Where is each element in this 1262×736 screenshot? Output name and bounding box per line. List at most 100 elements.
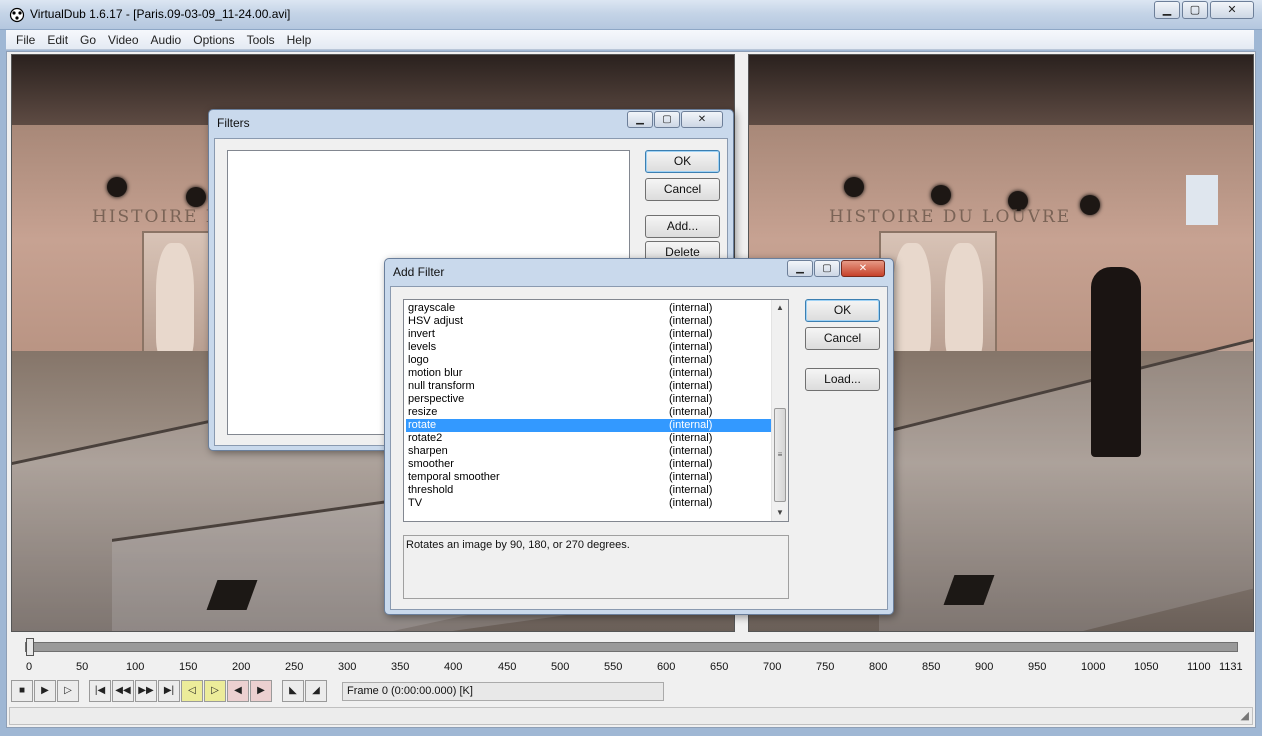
filters-add-button[interactable]: Add... bbox=[645, 215, 720, 238]
filter-list-item[interactable]: grayscale (internal) bbox=[406, 302, 772, 315]
filter-list-item[interactable]: perspective (internal) bbox=[406, 393, 772, 406]
frame-status-readout: Frame 0 (0:00:00.000) [K] bbox=[342, 682, 664, 701]
filter-type: (internal) bbox=[669, 458, 713, 470]
filters-ok-button[interactable]: OK bbox=[645, 150, 720, 173]
filters-cancel-button[interactable]: Cancel bbox=[645, 178, 720, 201]
mark-out-icon[interactable]: ◢ bbox=[305, 680, 327, 702]
filter-name: resize bbox=[408, 406, 438, 418]
menu-edit[interactable]: Edit bbox=[41, 33, 74, 47]
filter-type: (internal) bbox=[669, 497, 713, 509]
timeline-tick-label: 0 bbox=[26, 661, 33, 673]
timeline-tick-label: 550 bbox=[604, 661, 623, 673]
filter-name: threshold bbox=[408, 484, 454, 496]
filter-name: rotate2 bbox=[408, 432, 443, 444]
timeline-tick-label: 1050 bbox=[1134, 661, 1159, 673]
filters-close-button[interactable]: ✕ bbox=[681, 111, 723, 128]
scroll-down-arrow-icon[interactable]: ▼ bbox=[772, 505, 788, 521]
menu-file[interactable]: File bbox=[10, 33, 41, 47]
filter-type: (internal) bbox=[669, 432, 713, 444]
timeline-track[interactable] bbox=[25, 642, 1238, 652]
filter-list-item[interactable]: HSV adjust (internal) bbox=[406, 315, 772, 328]
filters-maximize-button[interactable]: ▢ bbox=[654, 111, 680, 128]
minimize-button[interactable]: ▁ bbox=[1154, 1, 1180, 19]
scene-forward-icon[interactable]: ▶ bbox=[250, 680, 272, 702]
timeline-tick-label: 200 bbox=[232, 661, 251, 673]
add-filter-cancel-button[interactable]: Cancel bbox=[805, 327, 880, 350]
filter-name: invert bbox=[408, 328, 435, 340]
filter-list-item[interactable]: resize (internal) bbox=[406, 406, 772, 419]
stop-icon[interactable]: ■ bbox=[11, 680, 33, 702]
menu-video[interactable]: Video bbox=[102, 33, 144, 47]
scene-back-icon[interactable]: ◀ bbox=[227, 680, 249, 702]
add-filter-maximize-button[interactable]: ▢ bbox=[814, 260, 840, 277]
next-frame-icon[interactable]: ▶▶ bbox=[135, 680, 157, 702]
timeline-tick-label: 500 bbox=[551, 661, 570, 673]
add-filter-dialog-title: Add Filter bbox=[393, 265, 445, 279]
wall-inscription: HISTOIRE DU LOUVRE bbox=[829, 207, 1072, 227]
filter-list-item[interactable]: smoother (internal) bbox=[406, 458, 772, 471]
filter-type: (internal) bbox=[669, 341, 713, 353]
close-button[interactable]: ✕ bbox=[1210, 1, 1254, 19]
scroll-thumb[interactable]: ≡ bbox=[774, 408, 786, 502]
filter-list-item[interactable]: TV (internal) bbox=[406, 497, 772, 510]
filter-type: (internal) bbox=[669, 328, 713, 340]
play-output-icon[interactable]: ▷ bbox=[57, 680, 79, 702]
timeline-tick-label: 700 bbox=[763, 661, 782, 673]
filter-list-item[interactable]: rotate2 (internal) bbox=[406, 432, 772, 445]
filter-name: levels bbox=[408, 341, 437, 353]
wall-porthole bbox=[186, 187, 206, 207]
filter-list-item[interactable]: logo (internal) bbox=[406, 354, 772, 367]
filter-name: grayscale bbox=[408, 302, 456, 314]
available-filters-list[interactable]: TV (internal) threshold (internal) temporal … bbox=[403, 299, 789, 522]
menu-help[interactable]: Help bbox=[281, 33, 318, 47]
filter-name: logo bbox=[408, 354, 429, 366]
filter-list-item[interactable]: threshold (internal) bbox=[406, 484, 772, 497]
prev-keyframe-icon[interactable]: ◁ bbox=[181, 680, 203, 702]
filter-list-item[interactable]: invert (internal) bbox=[406, 328, 772, 341]
play-input-icon[interactable]: ▶ bbox=[34, 680, 56, 702]
menu-audio[interactable]: Audio bbox=[145, 33, 188, 47]
scroll-up-arrow-icon[interactable]: ▲ bbox=[772, 300, 788, 316]
timeline-tick-label: 1000 bbox=[1081, 661, 1106, 673]
wall-inscription: HISTOIRE D bbox=[92, 207, 222, 227]
filters-dialog-title: Filters bbox=[217, 116, 250, 130]
menu-options[interactable]: Options bbox=[187, 33, 240, 47]
filters-minimize-button[interactable]: ▁ bbox=[627, 111, 653, 128]
virtualdub-app-icon bbox=[9, 7, 25, 23]
add-filter-dialog: Add Filter ▁ ▢ ✕ TV (internal) threshold (i… bbox=[384, 258, 894, 615]
filter-name: null transform bbox=[408, 380, 475, 392]
timeline-tick-label: 150 bbox=[179, 661, 198, 673]
prev-frame-icon[interactable]: ◀◀ bbox=[112, 680, 134, 702]
wall-porthole bbox=[107, 177, 127, 197]
next-keyframe-icon[interactable]: ▷ bbox=[204, 680, 226, 702]
filter-list-item[interactable]: rotate (internal) bbox=[406, 419, 772, 432]
timeline-tick-label: 750 bbox=[816, 661, 835, 673]
menu-go[interactable]: Go bbox=[74, 33, 102, 47]
filter-list-item[interactable]: sharpen (internal) bbox=[406, 445, 772, 458]
add-filter-close-button[interactable]: ✕ bbox=[841, 260, 885, 277]
timeline-tick-label: 1100 bbox=[1187, 661, 1211, 673]
add-filter-ok-button[interactable]: OK bbox=[805, 299, 880, 322]
start-icon[interactable]: |◀ bbox=[89, 680, 111, 702]
add-filter-minimize-button[interactable]: ▁ bbox=[787, 260, 813, 277]
filter-list-item[interactable]: levels (internal) bbox=[406, 341, 772, 354]
resize-grip-icon[interactable]: ◢ bbox=[1241, 709, 1249, 722]
end-icon[interactable]: ▶| bbox=[158, 680, 180, 702]
timeline-tick-label: 50 bbox=[76, 661, 89, 673]
menu-tools[interactable]: Tools bbox=[241, 33, 281, 47]
filter-list-item[interactable]: null transform (internal) bbox=[406, 380, 772, 393]
timeline-tick-label: 400 bbox=[444, 661, 463, 673]
filter-list-item[interactable]: temporal smoother (internal) bbox=[406, 471, 772, 484]
timeline-tick-label: 850 bbox=[922, 661, 941, 673]
filter-list-item[interactable]: motion blur (internal) bbox=[406, 367, 772, 380]
maximize-button[interactable]: ▢ bbox=[1182, 1, 1208, 19]
timeline-position-slider[interactable] bbox=[26, 638, 34, 656]
timeline-tick-label: 100 bbox=[126, 661, 145, 673]
filter-type: (internal) bbox=[669, 393, 713, 405]
timeline-tick-label: 800 bbox=[869, 661, 888, 673]
filter-list-scrollbar[interactable]: ▲ ≡ ▼ bbox=[771, 300, 788, 521]
add-filter-load-button[interactable]: Load... bbox=[805, 368, 880, 391]
mark-in-icon[interactable]: ◣ bbox=[282, 680, 304, 702]
window-title: VirtualDub 1.6.17 - [Paris.09-03-09_11-2… bbox=[30, 7, 291, 21]
wall-porthole bbox=[844, 177, 864, 197]
